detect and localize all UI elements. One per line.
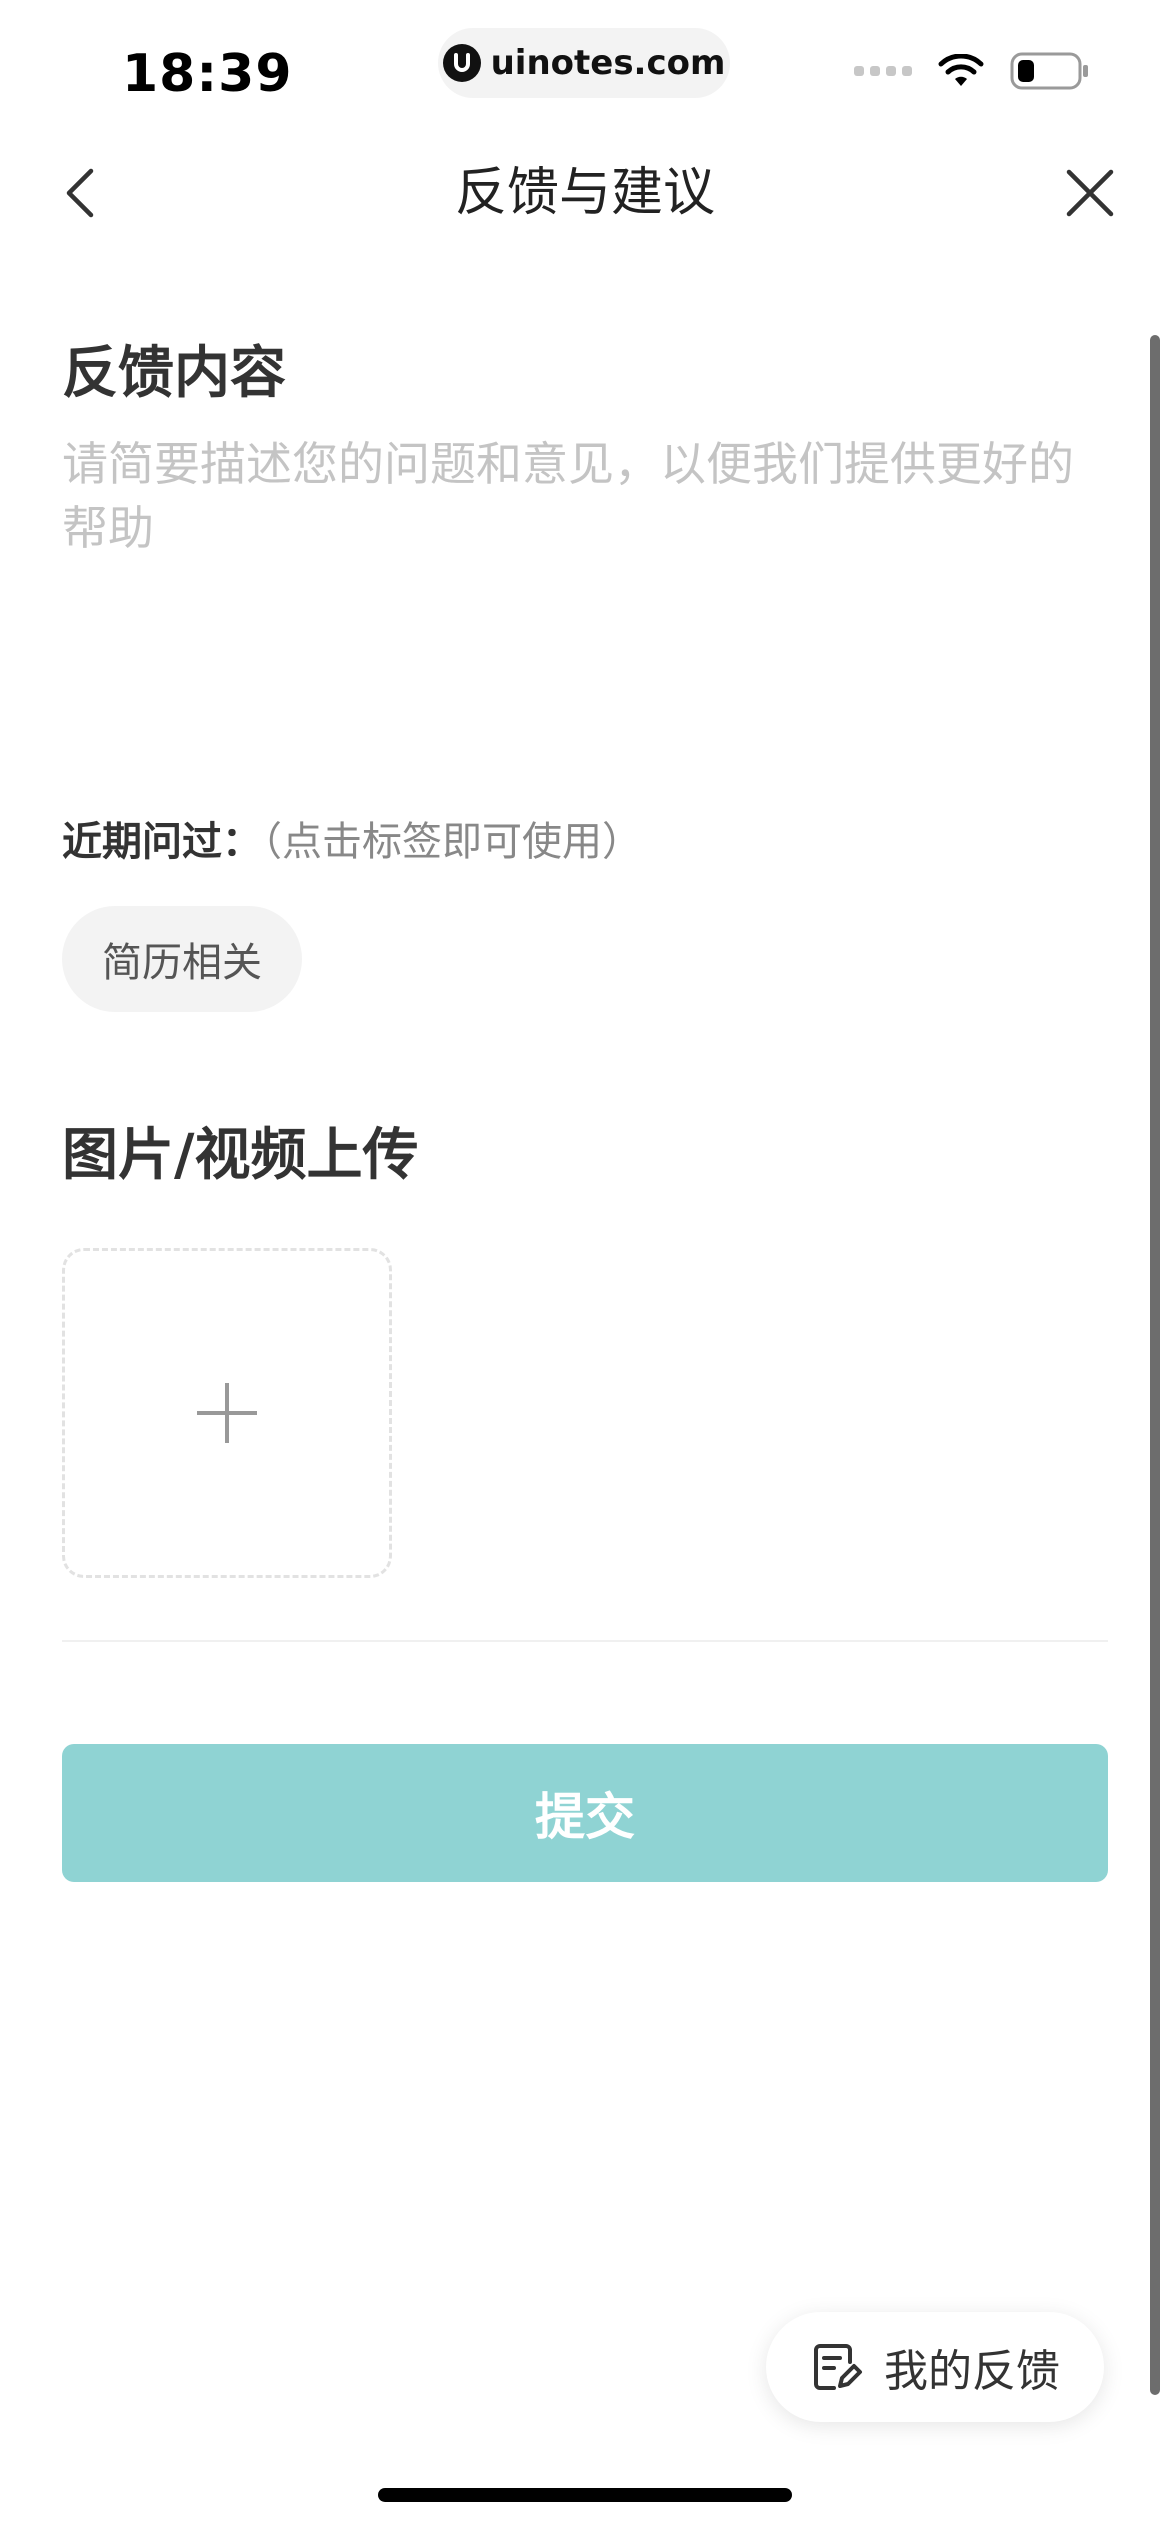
close-icon — [1066, 169, 1114, 217]
edit-note-icon — [814, 2344, 862, 2390]
feedback-page: 18:39 uinotes.com 反馈与建议 反馈内容 请简要描述您的问题和意… — [0, 0, 1170, 2532]
upload-button[interactable] — [62, 1248, 392, 1578]
wifi-icon — [938, 54, 984, 86]
feedback-heading: 反馈内容 — [62, 341, 286, 406]
upload-heading: 图片/视频上传 — [62, 1123, 419, 1188]
submit-button[interactable]: 提交 — [62, 1744, 1108, 1882]
scrollbar[interactable] — [1150, 335, 1160, 2395]
recent-hint: （点击标签即可使用） — [262, 819, 642, 865]
feedback-textarea[interactable] — [62, 432, 1102, 732]
divider — [62, 1640, 1108, 1642]
page-title: 反馈与建议 — [454, 163, 715, 223]
site-logo-icon — [442, 44, 481, 82]
close-button[interactable] — [1058, 160, 1122, 226]
my-feedback-button[interactable]: 我的反馈 — [766, 2312, 1104, 2422]
home-indicator[interactable] — [378, 2488, 792, 2502]
signal-icon — [854, 66, 912, 76]
status-time: 18:39 — [122, 44, 293, 104]
recent-tag-chip[interactable]: 简历相关 — [62, 906, 302, 1012]
my-feedback-label: 我的反馈 — [884, 2346, 1060, 2397]
url-pill[interactable]: uinotes.com — [438, 28, 730, 98]
status-icons — [854, 52, 1090, 90]
url-text: uinotes.com — [490, 43, 726, 83]
recent-row: 近期问过：（点击标签即可使用） — [62, 814, 642, 870]
recent-label: 近期问过： — [62, 819, 262, 865]
battery-icon — [1010, 52, 1088, 90]
plus-icon — [197, 1383, 257, 1443]
